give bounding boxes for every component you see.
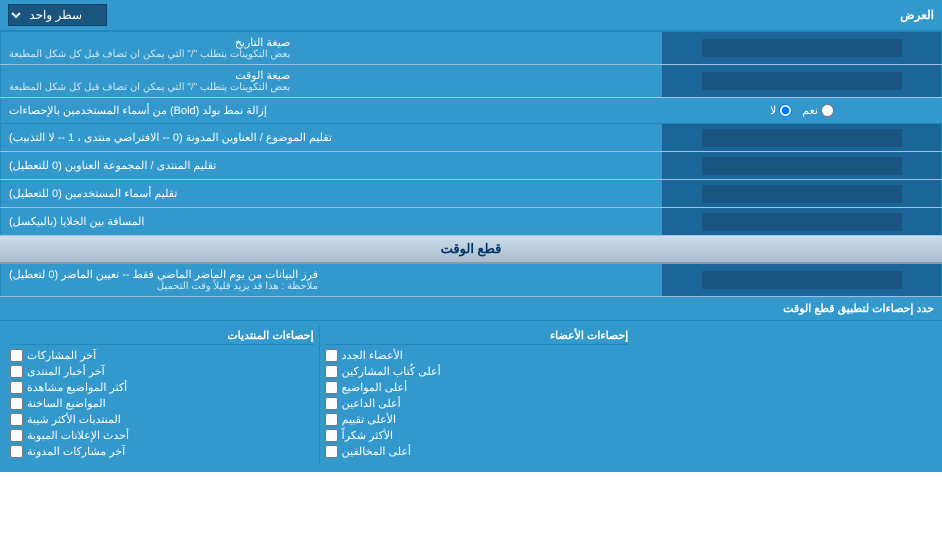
usernames-row: 0 تقليم أسماء المستخدمين (0 للتعطيل) — [0, 180, 942, 208]
cb-most-viewed: أكثر المواضيع مشاهدة — [10, 381, 314, 394]
cb-top-violated: أعلى المخالفين — [325, 445, 629, 458]
bold-radio-row: نعم لا إزالة نمط بولد (Bold) من أسماء ال… — [0, 98, 942, 124]
col2-header: إحصاءات المنتديات — [10, 329, 314, 345]
bold-radio-cell: نعم لا — [662, 101, 942, 120]
cb-latest-classifieds-input[interactable] — [10, 429, 23, 442]
cb-hot-topics-input[interactable] — [10, 397, 23, 410]
cb-top-rated-input[interactable] — [325, 413, 338, 426]
cb-forum-news: آخر أخبار المنتدى — [10, 365, 314, 378]
usernames-input[interactable]: 0 — [702, 185, 902, 203]
time-format-row: H:i صيغة الوقت بعض التكوينات يتطلب "/" ا… — [0, 65, 942, 98]
cb-last-blog-posts-input[interactable] — [10, 445, 23, 458]
radio-yes[interactable] — [821, 104, 834, 117]
checkboxes-title: حدد إحصاءات لتطبيق قطع الوقت — [0, 299, 942, 318]
cutoff-days-label: فرز البيانات من يوم الماضر الماضي فقط --… — [0, 264, 662, 296]
cb-top-topics-input[interactable] — [325, 381, 338, 394]
empty-col — [633, 326, 937, 464]
topics-titles-input[interactable]: 33 — [702, 129, 902, 147]
cb-hot-topics: المواضيع الساخنة — [10, 397, 314, 410]
cb-last-blog-posts: آخر مشاركات المدونة — [10, 445, 314, 458]
date-format-input[interactable]: d-m — [702, 39, 902, 57]
checkboxes-grid: إحصاءات الأعضاء الأعضاء الجدد أعلى كُتاب… — [0, 321, 942, 472]
cb-top-inviters: أعلى الداعين — [325, 397, 629, 410]
cutoff-days-row: 0 فرز البيانات من يوم الماضر الماضي فقط … — [0, 264, 942, 297]
cb-most-viewed-input[interactable] — [10, 381, 23, 394]
cb-top-inviters-input[interactable] — [325, 397, 338, 410]
header-row: العرض سطر واحد — [0, 0, 942, 32]
cb-top-violated-input[interactable] — [325, 445, 338, 458]
cell-spacing-input-cell: 2 — [662, 208, 942, 235]
cb-last-posts-input[interactable] — [10, 349, 23, 362]
radio-no-label[interactable]: لا — [770, 104, 792, 117]
cb-latest-classifieds: أحدث الإعلانات المبوبة — [10, 429, 314, 442]
radio-no[interactable] — [779, 104, 792, 117]
forum-group-row: 33 تقليم المنتدى / المجموعة العناوين (0 … — [0, 152, 942, 180]
cb-top-posters: أعلى كُتاب المشاركين — [325, 365, 629, 378]
date-format-input-cell: d-m — [662, 32, 942, 64]
time-format-input[interactable]: H:i — [702, 72, 902, 90]
time-format-label: صيغة الوقت بعض التكوينات يتطلب "/" التي … — [0, 65, 662, 97]
header-label: العرض — [107, 8, 934, 22]
cb-new-members-input[interactable] — [325, 349, 338, 362]
header-select-wrapper: سطر واحد — [8, 4, 107, 26]
cb-new-members: الأعضاء الجدد — [325, 349, 629, 362]
cb-most-similar: المنتديات الأكثر شيبة — [10, 413, 314, 426]
checkbox-col-members: إحصاءات الأعضاء الأعضاء الجدد أعلى كُتاب… — [320, 326, 634, 464]
radio-yes-label[interactable]: نعم — [802, 104, 834, 117]
topics-titles-label: تقليم الموضوع / العناوين المدونة (0 -- ا… — [0, 124, 662, 151]
cb-top-posters-input[interactable] — [325, 365, 338, 378]
checkbox-col-forums: إحصاءات المنتديات آخر المشاركات آخر أخبا… — [5, 326, 320, 464]
cb-most-thanked-input[interactable] — [325, 429, 338, 442]
bold-radio-label: إزالة نمط بولد (Bold) من أسماء المستخدمي… — [0, 100, 662, 121]
forum-group-input[interactable]: 33 — [702, 157, 902, 175]
date-format-row: d-m صيغة التاريخ بعض التكوينات يتطلب "/"… — [0, 32, 942, 65]
cb-forum-news-input[interactable] — [10, 365, 23, 378]
time-format-input-cell: H:i — [662, 65, 942, 97]
cell-spacing-label: المسافة بين الخلايا (بالبيكسل) — [0, 208, 662, 235]
cb-top-rated: الأعلى تقييم — [325, 413, 629, 426]
date-format-label: صيغة التاريخ بعض التكوينات يتطلب "/" الت… — [0, 32, 662, 64]
display-select[interactable]: سطر واحد — [8, 4, 107, 26]
usernames-input-cell: 0 — [662, 180, 942, 207]
cell-spacing-input[interactable]: 2 — [702, 213, 902, 231]
topics-titles-input-cell: 33 — [662, 124, 942, 151]
cb-most-similar-input[interactable] — [10, 413, 23, 426]
cell-spacing-row: 2 المسافة بين الخلايا (بالبيكسل) — [0, 208, 942, 236]
topics-titles-row: 33 تقليم الموضوع / العناوين المدونة (0 -… — [0, 124, 942, 152]
cutoff-section-header: قطع الوقت — [0, 236, 942, 264]
cutoff-days-input-cell: 0 — [662, 264, 942, 296]
cb-top-topics: أعلى المواضيع — [325, 381, 629, 394]
usernames-label: تقليم أسماء المستخدمين (0 للتعطيل) — [0, 180, 662, 207]
forum-group-label: تقليم المنتدى / المجموعة العناوين (0 للت… — [0, 152, 662, 179]
cb-last-posts: آخر المشاركات — [10, 349, 314, 362]
cb-most-thanked: الأكثر شكراً — [325, 429, 629, 442]
main-container: العرض سطر واحد d-m صيغة التاريخ بعض التك… — [0, 0, 942, 472]
cutoff-days-input[interactable]: 0 — [702, 271, 902, 289]
col1-header: إحصاءات الأعضاء — [325, 329, 629, 345]
forum-group-input-cell: 33 — [662, 152, 942, 179]
